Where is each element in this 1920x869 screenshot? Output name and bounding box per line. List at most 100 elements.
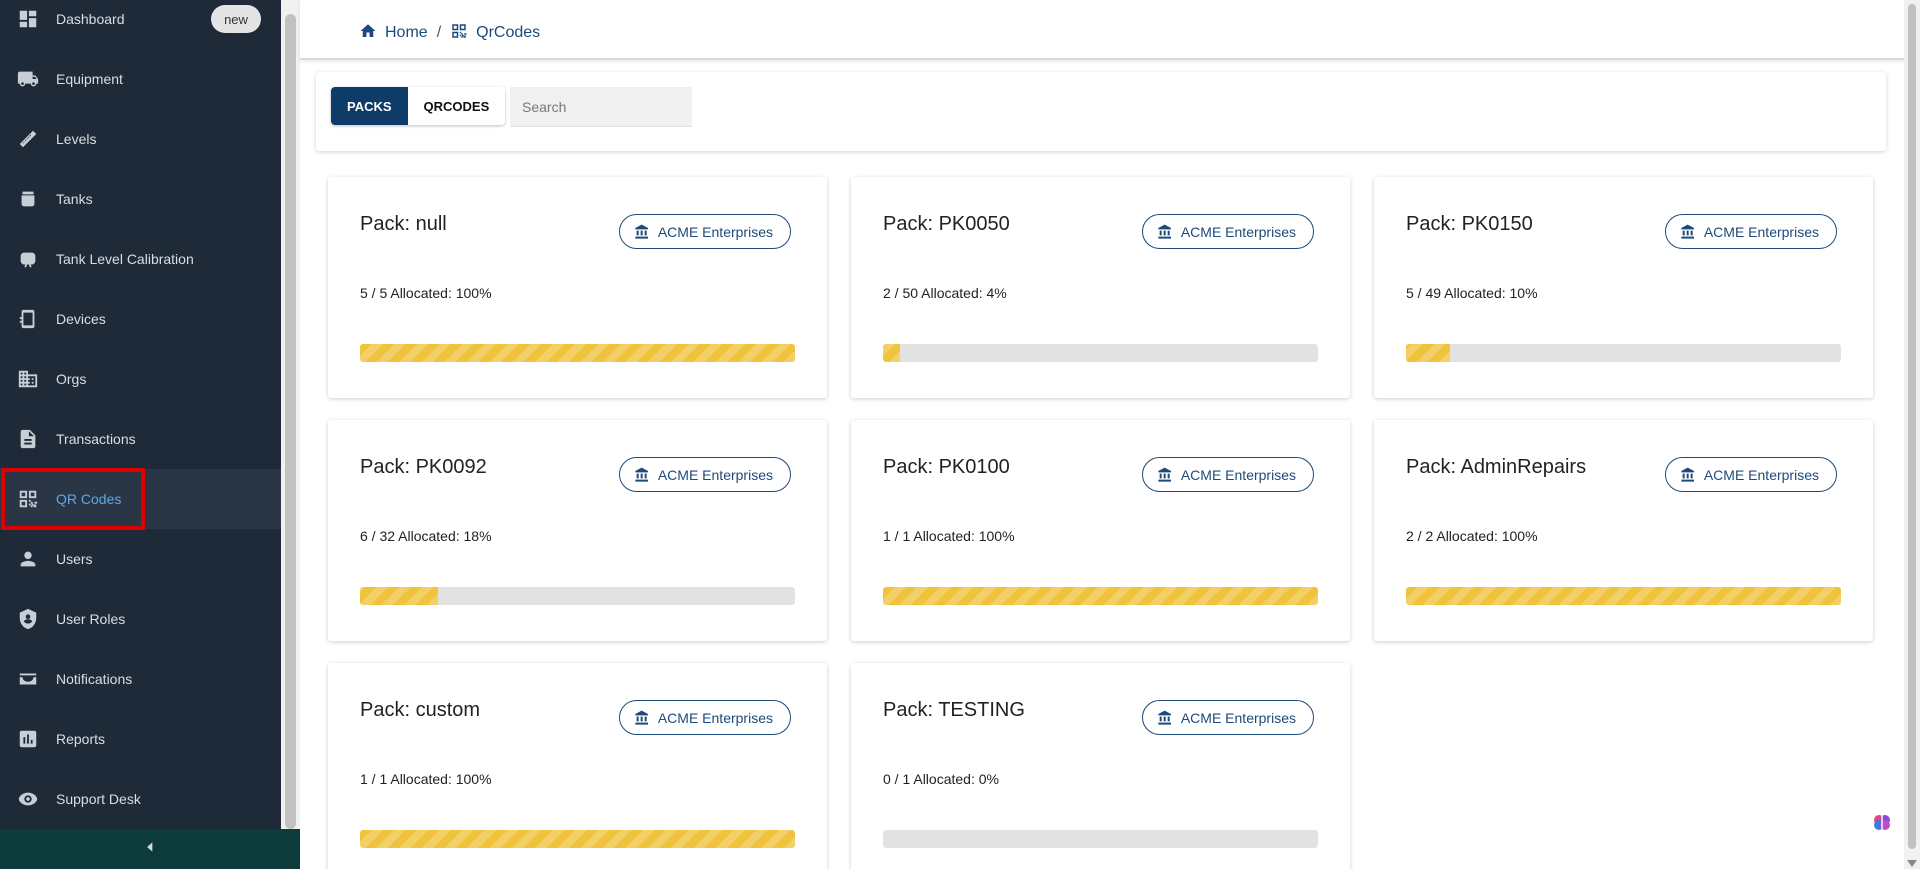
pack-card: Pack: AdminRepairs ACME Enterprises 2 / …	[1374, 420, 1873, 641]
sidebar-item-tanks[interactable]: Tanks	[0, 169, 281, 229]
shield-icon	[16, 607, 40, 631]
sidebar-item-label: User Roles	[56, 611, 126, 627]
sidebar-item-label: Tank Level Calibration	[56, 251, 194, 267]
pack-card: Pack: null ACME Enterprises 5 / 5 Alloca…	[328, 177, 827, 398]
sidebar-item-levels[interactable]: Levels	[0, 109, 281, 169]
sidebar-scrollbar-thumb[interactable]	[285, 14, 296, 829]
document-icon	[16, 427, 40, 451]
qr-code-icon	[16, 487, 40, 511]
allocation-text: 2 / 50 Allocated: 4%	[883, 285, 1007, 301]
breadcrumb: Home / QrCodes	[359, 22, 540, 44]
allocation-progress-bar	[883, 344, 1318, 362]
org-chip[interactable]: ACME Enterprises	[618, 700, 791, 735]
allocation-text: 2 / 2 Allocated: 100%	[1406, 528, 1538, 544]
pack-card: Pack: PK0092 ACME Enterprises 6 / 32 All…	[328, 420, 827, 641]
org-name: ACME Enterprises	[1703, 223, 1819, 240]
tab-qrcodes[interactable]: QRCODES	[407, 87, 506, 125]
sidebar-scrollbar[interactable]	[281, 0, 300, 869]
sidebar-item-user-roles[interactable]: User Roles	[0, 589, 281, 649]
sidebar-item-users[interactable]: Users	[0, 529, 281, 589]
search-input[interactable]	[510, 87, 692, 127]
org-chip[interactable]: ACME Enterprises	[1664, 457, 1837, 492]
sidebar-item-label: Orgs	[56, 371, 87, 387]
sidebar-item-orgs[interactable]: Orgs	[0, 349, 281, 409]
person-icon	[16, 547, 40, 571]
breadcrumb-home[interactable]: Home	[385, 24, 428, 42]
org-name: ACME Enterprises	[1180, 709, 1296, 726]
pack-card: Pack: TESTING ACME Enterprises 0 / 1 All…	[851, 663, 1350, 869]
page-scrollbar-thumb[interactable]	[1908, 4, 1916, 849]
org-chip[interactable]: ACME Enterprises	[1141, 700, 1314, 735]
sidebar-item-label: Dashboard	[56, 11, 125, 27]
org-chip[interactable]: ACME Enterprises	[1664, 214, 1837, 249]
allocation-text: 1 / 1 Allocated: 100%	[360, 771, 492, 787]
allocation-progress-bar	[360, 344, 795, 362]
allocation-progress-bar	[360, 830, 795, 848]
org-chip[interactable]: ACME Enterprises	[618, 457, 791, 492]
bank-icon	[1681, 224, 1694, 239]
sidebar-item-label: Reports	[56, 731, 106, 747]
device-icon	[16, 307, 40, 331]
bar-chart-icon	[16, 727, 40, 751]
sidebar-item-label: QR Codes	[56, 491, 122, 507]
pack-title: Pack: PK0050	[883, 213, 1010, 235]
allocation-progress-bar	[360, 587, 795, 605]
org-chip[interactable]: ACME Enterprises	[1141, 457, 1314, 492]
progress-fill	[360, 344, 795, 362]
pack-title: Pack: null	[360, 213, 447, 235]
sidebar-item-tank-level-calibration[interactable]: Tank Level Calibration	[0, 229, 281, 289]
scroll-down-arrow-icon[interactable]	[1907, 860, 1917, 867]
progress-fill	[1406, 587, 1841, 605]
allocation-text: 5 / 49 Allocated: 10%	[1406, 285, 1538, 301]
pack-title: Pack: TESTING	[883, 699, 1025, 721]
sidebar-item-label: Levels	[56, 131, 97, 147]
assistant-brain-icon[interactable]	[1870, 810, 1894, 834]
chevron-left-icon	[143, 840, 157, 859]
bank-icon	[1158, 224, 1171, 239]
sidebar-item-label: Users	[56, 551, 93, 567]
org-name: ACME Enterprises	[1703, 466, 1819, 483]
sidebar-item-reports[interactable]: Reports	[0, 709, 281, 769]
pack-card: Pack: PK0150 ACME Enterprises 5 / 49 All…	[1374, 177, 1873, 398]
sidebar-item-transactions[interactable]: Transactions	[0, 409, 281, 469]
toolbar-card: PACKS QRCODES	[316, 72, 1886, 151]
allocation-text: 6 / 32 Allocated: 18%	[360, 528, 492, 544]
sidebar-item-equipment[interactable]: Equipment	[0, 49, 281, 109]
sidebar-item-label: Equipment	[56, 71, 123, 87]
org-name: ACME Enterprises	[657, 223, 773, 240]
allocation-text: 5 / 5 Allocated: 100%	[360, 285, 492, 301]
allocation-progress-bar	[1406, 587, 1841, 605]
breadcrumb-separator: /	[436, 24, 442, 41]
breadcrumb-current: QrCodes	[476, 24, 541, 41]
org-chip[interactable]: ACME Enterprises	[1141, 214, 1314, 249]
pack-card: Pack: custom ACME Enterprises 1 / 1 Allo…	[328, 663, 827, 869]
sidebar-item-label: Support Desk	[56, 791, 141, 807]
pack-title: Pack: PK0092	[360, 456, 487, 478]
progress-fill	[360, 587, 439, 605]
sidebar-item-qr-codes[interactable]: QR Codes	[0, 469, 281, 529]
bank-icon	[1158, 467, 1171, 482]
sidebar-item-support-desk[interactable]: Support Desk	[0, 769, 281, 829]
sidebar: Dashboard new Equipment Levels Tanks Tan…	[0, 0, 281, 869]
dashboard-icon	[16, 7, 40, 31]
sidebar-item-dashboard[interactable]: Dashboard new	[0, 0, 281, 49]
sidebar-item-devices[interactable]: Devices	[0, 289, 281, 349]
sidebar-item-label: Transactions	[56, 431, 136, 447]
qr-code-icon	[450, 22, 468, 45]
org-name: ACME Enterprises	[657, 466, 773, 483]
sidebar-collapse-button[interactable]	[0, 829, 300, 869]
progress-fill	[883, 344, 901, 362]
building-icon	[16, 367, 40, 391]
org-chip[interactable]: ACME Enterprises	[618, 214, 791, 249]
pack-title: Pack: custom	[360, 699, 481, 721]
home-icon[interactable]	[359, 22, 377, 45]
allocation-progress-bar	[883, 830, 1318, 848]
sidebar-item-label: Notifications	[56, 671, 133, 687]
page-scrollbar[interactable]	[1904, 0, 1920, 869]
sidebar-item-notifications[interactable]: Notifications	[0, 649, 281, 709]
pack-title: Pack: AdminRepairs	[1406, 456, 1587, 478]
allocation-progress-bar	[1406, 344, 1841, 362]
progress-fill	[1406, 344, 1450, 362]
tab-packs[interactable]: PACKS	[331, 87, 408, 125]
pack-title: Pack: PK0150	[1406, 213, 1533, 235]
